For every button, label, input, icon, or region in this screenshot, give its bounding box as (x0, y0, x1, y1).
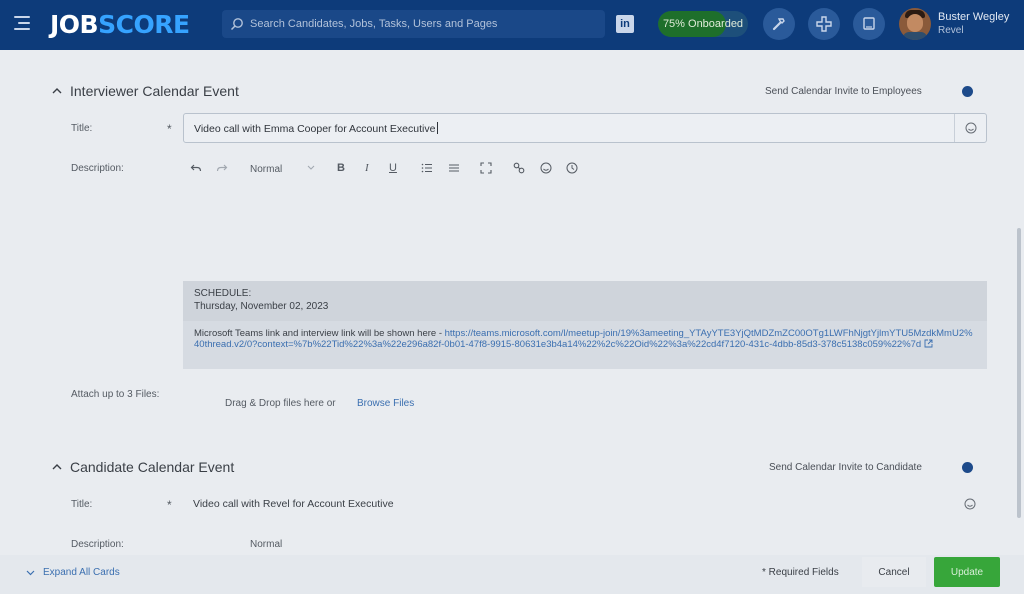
underline-icon[interactable]: U (389, 162, 397, 174)
user-company: Revel (938, 25, 964, 36)
logo-part-2: SCORE (98, 10, 190, 39)
emoji-icon[interactable] (964, 498, 976, 510)
hammer-icon (772, 18, 785, 31)
logo-part-1: JOB (50, 10, 99, 39)
candidate-title-input[interactable]: Video call with Revel for Account Execut… (193, 498, 394, 510)
scrollbar[interactable] (1017, 228, 1021, 518)
global-search[interactable] (222, 10, 605, 38)
required-fields-note: * Required Fields (762, 567, 839, 578)
onboarded-progress[interactable]: 75% Onboarded (658, 11, 748, 37)
linkedin-icon[interactable]: in (616, 15, 634, 33)
emoji-icon[interactable] (540, 162, 552, 174)
italic-icon[interactable]: I (365, 162, 369, 174)
title-label: Title: (71, 123, 93, 134)
user-name[interactable]: Buster Wegley (938, 11, 1009, 23)
clock-icon[interactable] (566, 162, 578, 174)
chevron-up-icon (52, 88, 62, 94)
required-mark: * (167, 122, 172, 136)
schedule-note-text: Microsoft Teams link and interview link … (194, 328, 445, 339)
emoji-button[interactable] (954, 114, 986, 142)
description-label: Description: (71, 163, 124, 174)
candidate-format-select[interactable]: Normal (250, 539, 282, 550)
interviewer-section-toggle[interactable]: Interviewer Calendar Event (51, 83, 239, 99)
book-icon (863, 17, 875, 30)
interviewer-title-value: Video call with Emma Cooper for Account … (194, 122, 436, 135)
bold-icon[interactable]: B (337, 162, 345, 174)
search-icon (230, 18, 243, 31)
undo-icon[interactable] (190, 162, 202, 174)
format-select[interactable]: Normal (250, 164, 282, 175)
bullet-list-icon[interactable] (448, 162, 460, 174)
emoji-icon (965, 122, 976, 134)
onboarded-label: 75% Onboarded (662, 18, 744, 30)
send-invite-employees-toggle[interactable] (962, 86, 973, 97)
jobscore-logo[interactable]: JOBSCORE (50, 10, 190, 39)
fullscreen-icon[interactable] (480, 162, 492, 174)
chevron-down-icon (26, 570, 35, 575)
send-invite-employees-label: Send Calendar Invite to Employees (765, 86, 922, 97)
candidate-title-label: Title: (71, 499, 93, 510)
update-button[interactable]: Update (934, 557, 1000, 587)
schedule-heading: SCHEDULE: (194, 288, 252, 299)
schedule-note: Microsoft Teams link and interview link … (194, 328, 974, 350)
app-header: JOBSCORE in 75% Onboarded Buster Wegley … (0, 0, 1024, 50)
expand-all-label: Expand All Cards (43, 567, 120, 578)
plus-icon (816, 16, 832, 32)
external-link-icon[interactable] (924, 339, 933, 348)
search-input[interactable] (250, 18, 590, 30)
candidate-description-label: Description: (71, 539, 124, 550)
candidate-required-mark: * (167, 498, 172, 512)
candidate-section-title: Candidate Calendar Event (70, 459, 235, 475)
send-invite-candidate-label: Send Calendar Invite to Candidate (769, 462, 922, 473)
schedule-block: SCHEDULE: Thursday, November 02, 2023 Mi… (183, 281, 987, 369)
menu-icon[interactable] (14, 16, 32, 32)
cancel-button[interactable]: Cancel (862, 557, 926, 587)
add-button[interactable] (808, 8, 840, 40)
drop-zone-text[interactable]: Drag & Drop files here or (225, 398, 336, 409)
send-invite-candidate-toggle[interactable] (962, 462, 973, 473)
redo-icon[interactable] (216, 162, 228, 174)
browse-files-link[interactable]: Browse Files (357, 398, 414, 409)
schedule-date: Thursday, November 02, 2023 (194, 301, 329, 312)
link-icon[interactable] (513, 162, 525, 174)
ordered-list-icon[interactable] (421, 162, 433, 174)
guide-button[interactable] (853, 8, 885, 40)
tools-button[interactable] (763, 8, 795, 40)
candidate-section-toggle[interactable]: Candidate Calendar Event (51, 459, 234, 475)
chevron-down-icon (307, 165, 315, 170)
interviewer-section-title: Interviewer Calendar Event (70, 83, 239, 99)
expand-all-cards-button[interactable]: Expand All Cards (26, 567, 120, 578)
interviewer-title-input[interactable]: Video call with Emma Cooper for Account … (183, 113, 987, 143)
avatar[interactable] (899, 8, 931, 40)
attach-files-label: Attach up to 3 Files: (71, 389, 160, 400)
chevron-up-icon (52, 464, 62, 470)
